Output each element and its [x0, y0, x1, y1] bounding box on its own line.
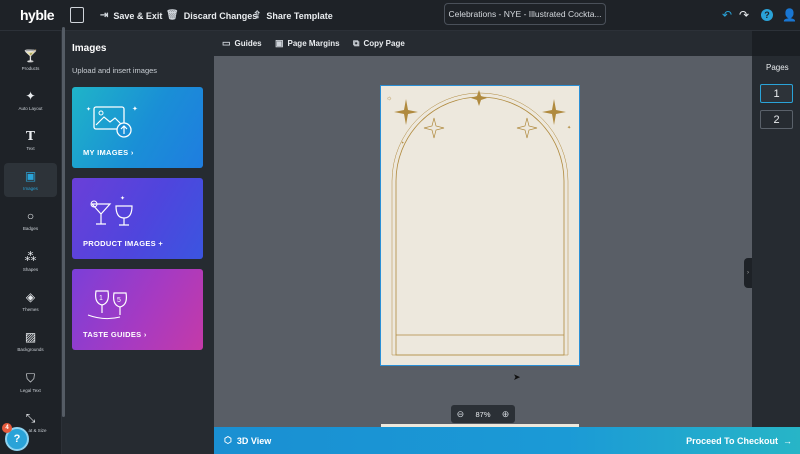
svg-text:✦: ✦ — [120, 195, 125, 202]
card-label-product-images: PRODUCT IMAGES + — [83, 239, 164, 248]
svg-text:✦: ✦ — [86, 106, 91, 113]
guides-button[interactable]: ▭ Guides — [222, 31, 262, 56]
notification-badge: 4 — [2, 423, 12, 433]
design-page[interactable]: ☼ ✦ ✦ — [380, 85, 580, 366]
account-icon[interactable]: 👤 — [782, 8, 797, 22]
margins-icon: ▣ — [275, 38, 284, 48]
magic-wand-icon: ✦ — [25, 88, 36, 103]
panel-subtitle: Upload and insert images — [72, 66, 158, 75]
rail-item-products[interactable]: 🍸 Products — [4, 43, 57, 77]
top-bar: hyble ⇥ Save & Exit 🗑 Discard Changes ⇪ … — [0, 0, 800, 31]
hyble-logo[interactable]: hyble — [20, 7, 55, 23]
zoom-in-icon[interactable]: ⊕ — [502, 409, 510, 420]
help-icon[interactable]: ? — [761, 9, 773, 21]
resize-icon: ⤡ — [25, 410, 36, 425]
images-panel: Images Upload and insert images ✦ ✦ MY I… — [62, 31, 214, 454]
rail-item-badges[interactable]: ○ Badges — [4, 203, 57, 237]
exit-icon: ⇥ — [100, 10, 109, 21]
share-template-button[interactable]: ⇪ Share Template — [253, 0, 333, 31]
shield-icon: ⛉ — [25, 370, 35, 385]
rail-item-text[interactable]: T Text — [4, 123, 57, 157]
text-icon: T — [26, 128, 35, 143]
mouse-cursor-icon: ➤ — [513, 372, 521, 382]
shapes-icon: ⁂ — [24, 249, 37, 264]
image-icon: ▣ — [24, 168, 37, 183]
svg-text:5: 5 — [117, 297, 121, 304]
panel-scrollbar[interactable] — [62, 27, 65, 417]
my-images-card[interactable]: ✦ ✦ MY IMAGES › — [72, 87, 203, 168]
arrow-right-icon: → — [783, 435, 792, 446]
card-label-taste-guides: TASTE GUIDES › — [83, 330, 147, 339]
3d-view-button[interactable]: ⬡ 3D View — [224, 427, 271, 454]
trash-icon: 🗑 — [166, 10, 179, 21]
page-margins-button[interactable]: ▣ Page Margins — [275, 31, 340, 56]
page-thumb-2[interactable]: 2 — [760, 110, 793, 129]
themes-icon: ◈ — [25, 289, 36, 304]
panel-title: Images — [72, 43, 107, 54]
rail-item-themes[interactable]: ◈ Themes — [4, 284, 57, 318]
ruler-icon: ▭ — [222, 38, 231, 48]
cocktail-glasses-icon: ✦ — [90, 195, 133, 226]
rail-item-backgrounds[interactable]: ▨ Backgrounds — [4, 324, 57, 358]
proceed-to-checkout-button[interactable]: Proceed To Checkout → — [686, 427, 792, 454]
rail-item-shapes[interactable]: ⁂ Shapes — [4, 244, 57, 278]
copy-icon: ⧉ — [353, 38, 360, 48]
discard-changes-button[interactable]: 🗑 Discard Changes — [166, 0, 257, 31]
pages-panel: Pages 1 2 — [752, 56, 800, 427]
collapse-pages-handle[interactable]: › — [744, 258, 752, 288]
canvas-toolbar: ▭ Guides ▣ Page Margins ⧉ Copy Page — [214, 31, 752, 56]
badge-icon: ○ — [26, 208, 35, 223]
rail-item-auto-layout[interactable]: ✦ Auto Layout — [4, 83, 57, 117]
background-icon: ▨ — [24, 329, 37, 344]
page-thumb-1[interactable]: 1 — [760, 84, 793, 103]
svg-text:1: 1 — [99, 295, 103, 302]
canvas-area[interactable]: ☼ ✦ ✦ ➤ ⊖ 87% ⊕ — [214, 56, 752, 427]
upload-image-icon: ✦ ✦ — [86, 105, 138, 138]
zoom-control: ⊖ 87% ⊕ — [451, 405, 515, 423]
arch-frame-artwork: ☼ ✦ ✦ — [386, 90, 571, 356]
taste-guide-glasses-icon: 1 5 — [87, 290, 127, 320]
rail-item-images[interactable]: ▣ Images — [4, 163, 57, 197]
undo-icon[interactable]: ↶ — [722, 8, 732, 22]
zoom-out-icon[interactable]: ⊖ — [457, 409, 465, 420]
share-icon: ⇪ — [253, 10, 262, 21]
zoom-level: 87% — [475, 409, 491, 419]
taste-guides-card[interactable]: 1 5 TASTE GUIDES › — [72, 269, 203, 350]
calculator-icon[interactable] — [70, 7, 84, 23]
card-label-my-images: MY IMAGES › — [83, 148, 134, 157]
redo-icon[interactable]: ↷ — [739, 8, 749, 22]
svg-text:☼: ☼ — [386, 95, 392, 102]
cube-icon: ⬡ — [224, 435, 232, 445]
svg-text:✦: ✦ — [567, 125, 571, 131]
tool-rail: 🍸 Products ✦ Auto Layout T Text ▣ Images… — [0, 31, 62, 454]
cocktail-glass-icon: 🍸 — [23, 48, 38, 63]
svg-text:✦: ✦ — [132, 105, 138, 113]
rail-item-legal-text[interactable]: ⛉ Legal Text — [4, 365, 57, 399]
product-images-card[interactable]: ✦ PRODUCT IMAGES + — [72, 178, 203, 259]
bottom-bar: ⬡ 3D View Proceed To Checkout → — [214, 427, 800, 454]
pages-title: Pages — [766, 63, 789, 72]
save-exit-button[interactable]: ⇥ Save & Exit — [100, 0, 162, 31]
document-title[interactable]: Celebrations - NYE - Illustrated Cockta.… — [444, 3, 606, 25]
copy-page-button[interactable]: ⧉ Copy Page — [353, 31, 405, 56]
